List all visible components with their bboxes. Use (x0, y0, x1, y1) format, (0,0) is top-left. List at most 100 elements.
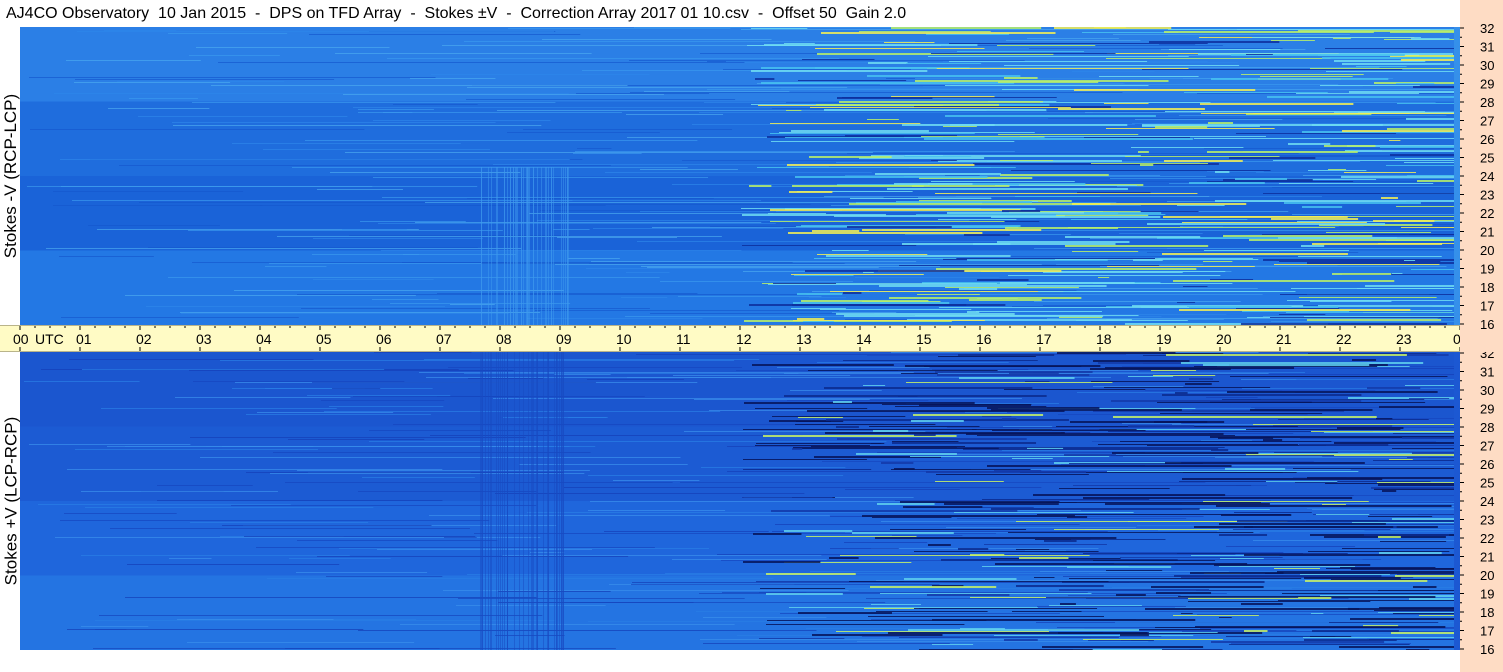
spectrogram-vertical (546, 167, 547, 325)
spectrogram-feature (1002, 210, 1041, 212)
spectrogram-feature (789, 607, 1038, 608)
spectrogram-vertical (519, 352, 520, 650)
spectrogram-feature (982, 499, 1150, 500)
spectrogram-feature (1352, 359, 1377, 361)
spectrogram-streak (448, 367, 742, 368)
time-tick-label: 22 (1336, 331, 1352, 347)
spectrogram-feature (1390, 31, 1460, 33)
spectrogram-feature (1357, 288, 1460, 289)
spectrogram-feature (875, 173, 1001, 175)
frequency-tick-label: 30 (1480, 58, 1494, 73)
chart-title: AJ4CO Observatory 10 Jan 2015 - DPS on T… (6, 5, 907, 22)
spectrogram-feature (791, 130, 929, 132)
spectrogram-feature (1155, 258, 1253, 259)
spectrogram-feature (1184, 92, 1328, 93)
spectrogram-vertical (536, 352, 537, 650)
spectrogram-feature (1274, 452, 1338, 453)
spectrogram-feature (1279, 314, 1326, 315)
spectrogram-feature (1333, 38, 1351, 39)
spectrogram-feature (812, 634, 943, 636)
spectrogram-feature (936, 268, 1197, 270)
spectrogram-feature (931, 181, 1075, 182)
spectrogram-streak (537, 220, 970, 221)
spectrogram-streak (696, 611, 871, 612)
spectrogram-feature (766, 573, 856, 575)
spectrogram-feature (770, 133, 975, 134)
spectrogram-streak (542, 39, 772, 40)
spectrogram-streak (326, 576, 443, 577)
spectrogram-streak (1123, 456, 1323, 457)
spectrogram-vertical (559, 352, 560, 650)
spectrogram-streak (148, 247, 478, 248)
spectrogram-feature (743, 561, 821, 563)
spectrogram-feature (1216, 505, 1452, 507)
spectrogram-feature (931, 160, 957, 161)
spectrogram-feature (1142, 124, 1383, 126)
spectrogram-vertical (481, 167, 482, 325)
spectrogram-feature (1334, 442, 1460, 444)
time-tick-label: 21 (1276, 331, 1292, 347)
spectrogram-streak (1201, 440, 1253, 441)
spectrogram-feature (1083, 553, 1348, 554)
spectrogram-streak (1170, 374, 1460, 375)
spectrogram-feature (1265, 573, 1460, 574)
spectrogram-feature (1386, 524, 1460, 525)
frequency-tick-label: 22 (1480, 206, 1494, 221)
spectrogram-streak (786, 166, 829, 167)
spectrogram-feature (757, 167, 991, 168)
spectrogram-streak (722, 592, 807, 593)
spectrogram-vertical (514, 352, 515, 650)
spectrogram-streak (362, 477, 475, 478)
spectrogram-feature (1381, 197, 1398, 199)
spectrogram-feature (1326, 71, 1460, 72)
spectrogram-feature (817, 254, 928, 255)
spectrogram-feature (839, 101, 1043, 103)
spectrogram-feature (1177, 205, 1225, 206)
spectrogram-streak (1006, 230, 1460, 231)
spectrogram-streak (190, 437, 526, 438)
time-tick-label: 08 (496, 331, 512, 347)
spectrogram-streak (1037, 606, 1186, 607)
spectrogram-streak (349, 235, 571, 236)
spectrogram-vertical (533, 167, 534, 325)
spectrogram-feature (1322, 57, 1460, 59)
spectrogram-feature (1373, 460, 1460, 461)
spectrogram-feature (959, 288, 998, 290)
spectrogram-feature (1271, 218, 1359, 220)
spectrogram-streak (85, 507, 374, 508)
spectrogram-feature (755, 408, 868, 409)
spectrogram-feature (1004, 389, 1146, 390)
spectrogram-feature (1263, 439, 1283, 441)
spectrogram-streak (621, 297, 668, 298)
spectrogram-feature (1263, 193, 1460, 194)
spectrogram-streak (561, 204, 811, 205)
spectrogram-streak (877, 452, 1145, 453)
spectrogram-feature (1179, 309, 1411, 311)
spectrogram-streak (1117, 186, 1460, 187)
spectrogram-feature (798, 80, 907, 81)
spectrogram-feature (1237, 29, 1460, 30)
spectrogram-vertical (528, 352, 529, 650)
spectrogram-streak (892, 535, 963, 536)
spectrogram-feature (1207, 181, 1354, 182)
spectrogram-feature (892, 442, 1037, 444)
spectrogram-streak (192, 102, 556, 103)
spectrogram-feature (908, 629, 1140, 631)
spectrogram-streak (591, 261, 917, 262)
spectrogram-feature (1183, 472, 1297, 473)
spectrogram-streak (932, 369, 1029, 370)
spectrogram-streak (180, 312, 541, 313)
spectrogram-feature (964, 234, 1010, 236)
spectrogram-feature (767, 620, 987, 621)
spectrogram-feature (1222, 399, 1425, 400)
spectrogram-vertical (551, 167, 552, 325)
spectrogram-feature (891, 469, 1031, 470)
spectrogram-streak (321, 400, 445, 401)
spectrogram-feature (1177, 302, 1196, 303)
spectrogram-feature (1392, 273, 1403, 274)
time-tick-label: 13 (796, 331, 812, 347)
y-axis-label-bottom: Stokes +V (LCP-RCP) (0, 352, 22, 650)
spectrogram-feature (1073, 485, 1252, 486)
spectrogram-feature (1246, 54, 1273, 55)
spectrogram-feature (1033, 494, 1226, 496)
